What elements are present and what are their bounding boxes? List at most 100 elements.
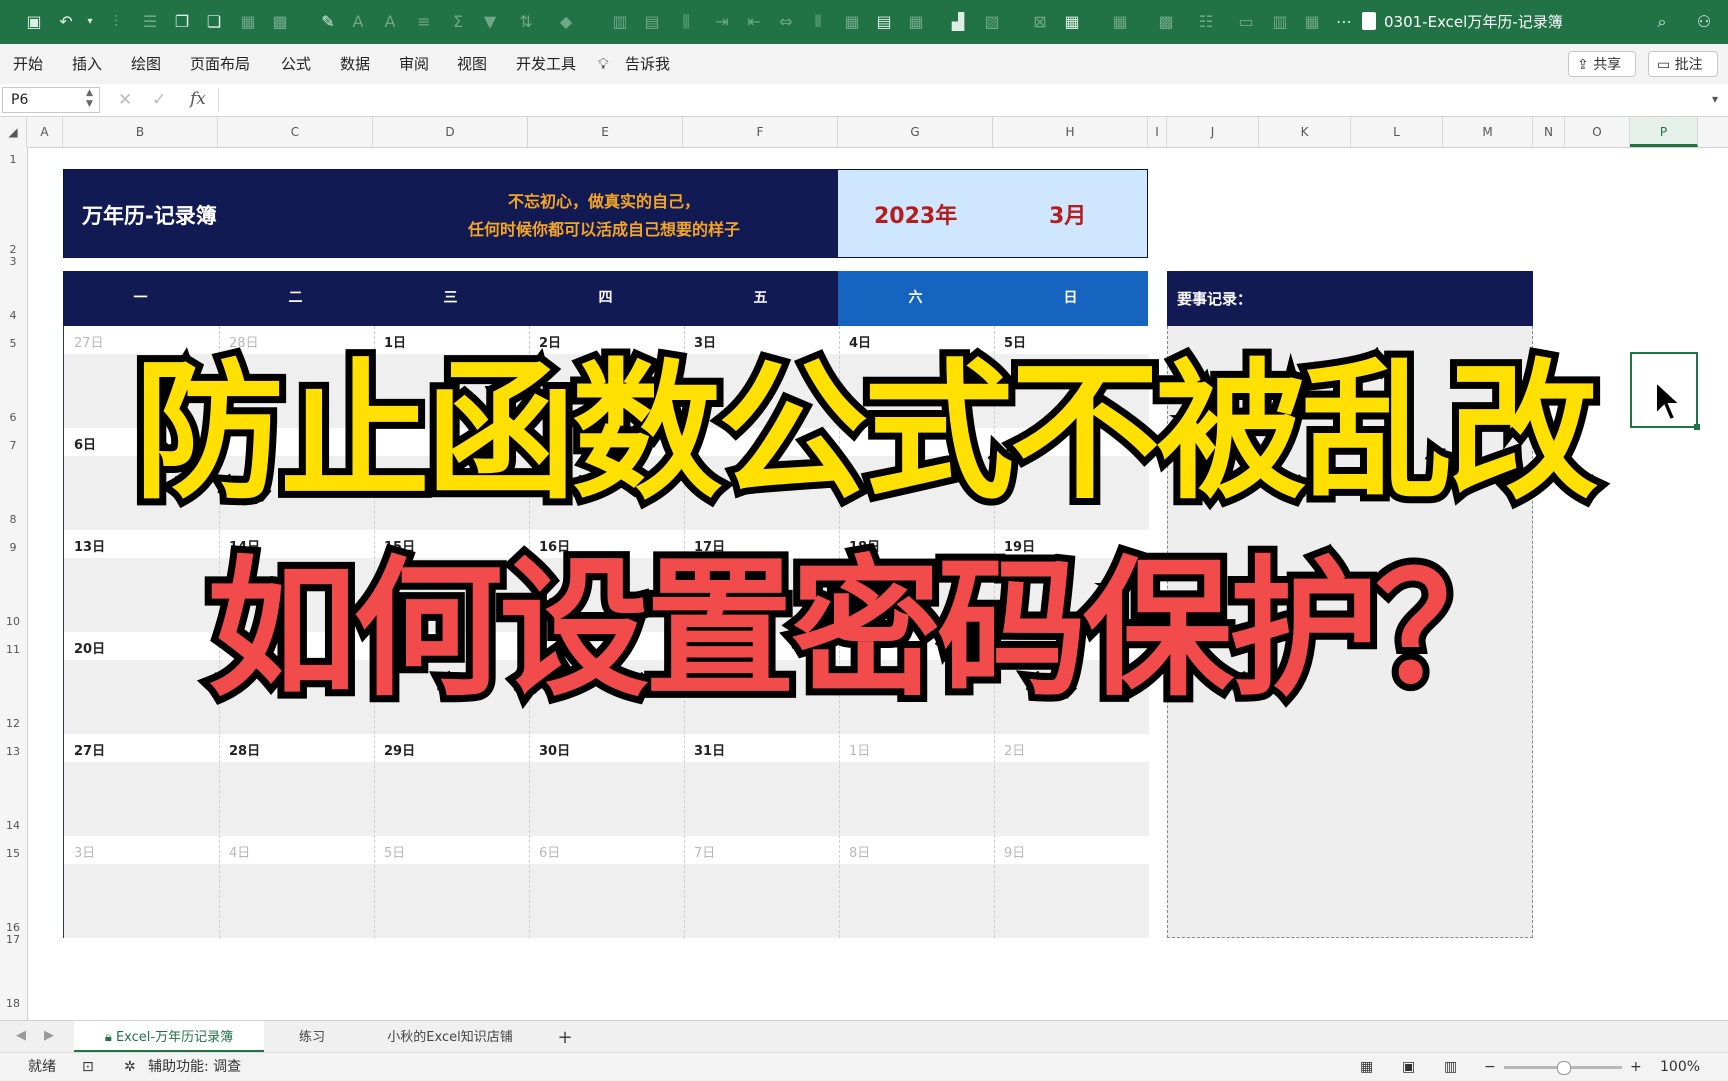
row-header[interactable]: 15: [0, 847, 26, 860]
undo-icon[interactable]: ↶: [56, 12, 76, 32]
tab-home[interactable]: 开始: [13, 54, 43, 74]
tab-data[interactable]: 数据: [340, 54, 370, 74]
sort-icon[interactable]: ⇅: [516, 12, 536, 32]
sheet-tab[interactable]: 小秋的Excel知识店铺: [360, 1021, 540, 1053]
zoom-slider-thumb[interactable]: [1557, 1061, 1571, 1075]
zoom-in-icon[interactable]: +: [1630, 1058, 1642, 1076]
confirm-icon[interactable]: ✓: [152, 90, 166, 110]
row-header[interactable]: 4: [0, 309, 26, 322]
row-header[interactable]: 18: [0, 997, 26, 1010]
prev-sheet-icon[interactable]: ◀: [16, 1028, 26, 1043]
day-cell-body[interactable]: [684, 864, 839, 938]
sheet-tab-active[interactable]: 🔒︎ Excel-万年历记录簿: [74, 1021, 264, 1053]
column-icon[interactable]: ⫼: [676, 12, 696, 32]
column-header[interactable]: O: [1565, 117, 1630, 147]
day-cell-body[interactable]: [219, 864, 374, 938]
select-icon[interactable]: ⊠: [1030, 12, 1050, 32]
day-cell-body[interactable]: [839, 762, 994, 836]
zoom-level[interactable]: 100%: [1660, 1058, 1700, 1076]
day-cell-body[interactable]: [839, 864, 994, 938]
column-header[interactable]: E: [528, 117, 683, 147]
expand-formula-icon[interactable]: ▾: [1712, 92, 1718, 106]
tab-page-layout[interactable]: 页面布局: [190, 54, 250, 74]
row-header[interactable]: 14: [0, 819, 26, 832]
format-icon[interactable]: ▦: [906, 12, 926, 32]
account-icon[interactable]: ⚇: [1694, 12, 1714, 32]
column-header[interactable]: I: [1148, 117, 1167, 147]
row-header[interactable]: 12: [0, 717, 26, 730]
column-header[interactable]: M: [1443, 117, 1533, 147]
tab-developer[interactable]: 开发工具: [516, 54, 576, 74]
tell-me-search[interactable]: 告诉我: [625, 54, 670, 74]
accessibility-icon[interactable]: ✲: [124, 1058, 136, 1076]
row-header[interactable]: 1: [0, 153, 26, 166]
column-header[interactable]: N: [1533, 117, 1565, 147]
shape-icon[interactable]: ◆: [556, 12, 576, 32]
day-cell-body[interactable]: [684, 762, 839, 836]
workbook-icon[interactable]: ▦: [1302, 12, 1322, 32]
format-painter-icon[interactable]: ⫶: [106, 12, 126, 32]
add-sheet-button[interactable]: +: [550, 1021, 580, 1053]
align-icon[interactable]: ☰: [140, 12, 160, 32]
column-header[interactable]: A: [27, 117, 63, 147]
list-icon[interactable]: ☷: [1196, 12, 1216, 32]
row-header[interactable]: 13: [0, 745, 26, 758]
day-cell-body[interactable]: [529, 762, 684, 836]
more-icon[interactable]: ⋯: [1334, 12, 1354, 32]
search-icon[interactable]: ⌕: [1652, 12, 1672, 32]
column-header[interactable]: C: [218, 117, 373, 147]
share-button[interactable]: ⇪ 共享: [1568, 51, 1636, 77]
column-header-selected[interactable]: P: [1630, 117, 1698, 147]
insert-function-icon[interactable]: fx: [190, 89, 206, 109]
paste-icon[interactable]: ❏: [204, 12, 224, 32]
wrap-icon[interactable]: ≡: [414, 12, 434, 32]
tab-review[interactable]: 审阅: [399, 54, 429, 74]
tab-draw[interactable]: 绘图: [131, 54, 161, 74]
bar-chart-icon[interactable]: ▤: [642, 12, 662, 32]
sheet-icon[interactable]: ▧: [982, 12, 1002, 32]
cells-icon[interactable]: ▦: [1062, 12, 1082, 32]
save-icon[interactable]: ▣: [24, 12, 44, 32]
day-cell-body[interactable]: [994, 762, 1149, 836]
sheet-tab[interactable]: 练习: [266, 1021, 358, 1053]
font-size-up-icon[interactable]: A: [348, 12, 368, 32]
name-box-stepper-icon[interactable]: ▲ ▼: [86, 88, 93, 110]
page-layout-view-icon[interactable]: ▣: [1402, 1058, 1415, 1076]
cancel-icon[interactable]: ✕: [118, 90, 132, 110]
day-cell-body[interactable]: [529, 864, 684, 938]
book-icon[interactable]: ▥: [1270, 12, 1290, 32]
indent-icon[interactable]: ⇥: [712, 12, 732, 32]
column-header[interactable]: D: [373, 117, 528, 147]
accessibility-status[interactable]: 辅助功能: 调查: [148, 1058, 241, 1076]
outdent-icon[interactable]: ⇤: [744, 12, 764, 32]
day-cell-body[interactable]: [994, 864, 1149, 938]
page-break-view-icon[interactable]: ▥: [1444, 1058, 1457, 1076]
zoom-out-icon[interactable]: −: [1484, 1058, 1496, 1076]
row-header[interactable]: 17: [0, 933, 26, 946]
day-cell-body[interactable]: [374, 762, 529, 836]
column-header[interactable]: G: [838, 117, 993, 147]
day-cell-body[interactable]: [219, 762, 374, 836]
column-header[interactable]: F: [683, 117, 838, 147]
copy-icon[interactable]: ❐: [172, 12, 192, 32]
row-header[interactable]: 3: [0, 255, 26, 268]
chart-icon[interactable]: ▥: [610, 12, 630, 32]
tab-insert[interactable]: 插入: [72, 54, 102, 74]
column-header[interactable]: H: [993, 117, 1148, 147]
macro-record-icon[interactable]: ⊡: [82, 1058, 94, 1076]
protect-icon[interactable]: ▟: [948, 12, 968, 32]
font-size-down-icon[interactable]: A: [380, 12, 400, 32]
doc-icon[interactable]: ▤: [874, 12, 894, 32]
column-header[interactable]: B: [63, 117, 218, 147]
window-icon[interactable]: ▭: [1236, 12, 1256, 32]
tab-view[interactable]: 视图: [457, 54, 487, 74]
normal-view-icon[interactable]: ▦: [1360, 1058, 1373, 1076]
comment-button[interactable]: ▭ 批注: [1648, 51, 1718, 77]
merge-icon[interactable]: ⇔: [776, 12, 796, 32]
tab-formulas[interactable]: 公式: [281, 54, 311, 74]
sum-icon[interactable]: Σ: [448, 12, 468, 32]
column-header[interactable]: K: [1259, 117, 1351, 147]
filter-icon[interactable]: ▼: [480, 12, 500, 32]
table-icon[interactable]: ▦: [238, 12, 258, 32]
formula-input[interactable]: [218, 88, 1699, 112]
